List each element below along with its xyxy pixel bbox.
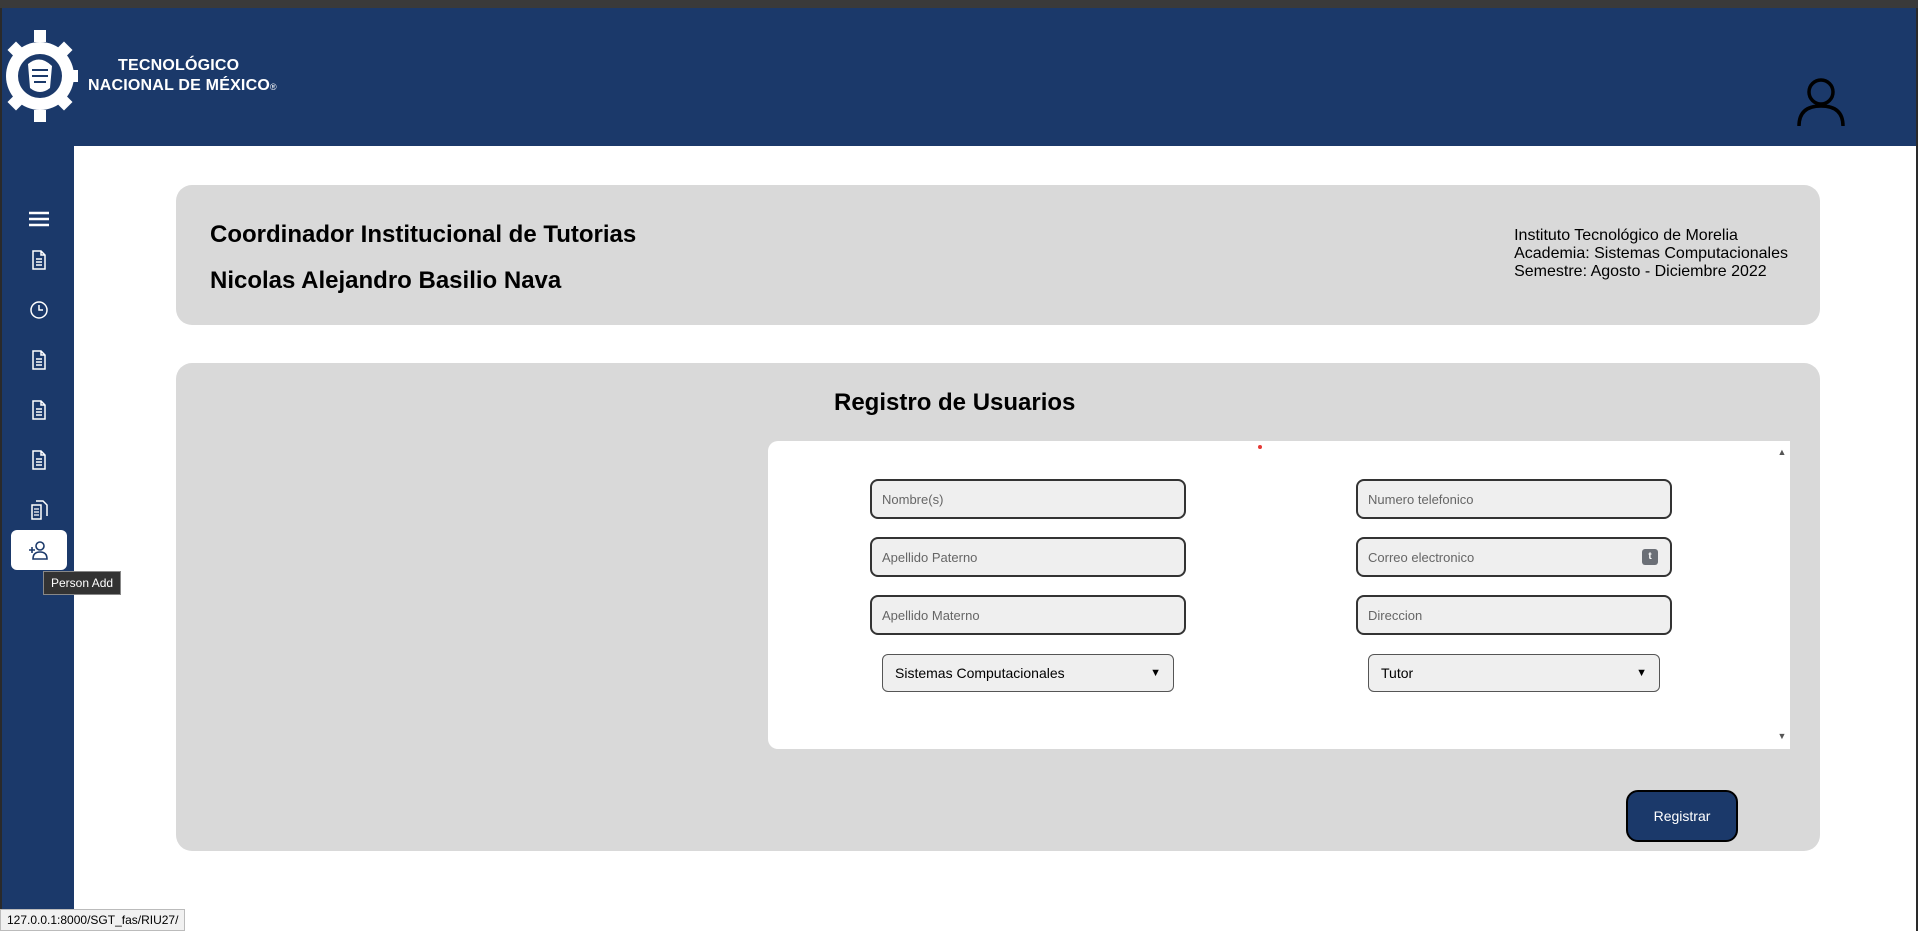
sidebar-item-document-3[interactable] bbox=[11, 390, 67, 430]
documents-copy-icon bbox=[31, 500, 48, 520]
header-card: Coordinador Institucional de Tutorias Ni… bbox=[176, 185, 1820, 325]
chevron-down-icon: ▼ bbox=[1636, 667, 1647, 679]
top-navbar: TECNOLÓGICO NACIONAL DE MÉXICO® bbox=[2, 8, 1916, 146]
brand-name: TECNOLÓGICO NACIONAL DE MÉXICO® bbox=[88, 56, 277, 97]
hamburger-menu-icon bbox=[29, 211, 49, 227]
apellido-paterno-input[interactable] bbox=[870, 537, 1186, 577]
form-title: Registro de Usuarios bbox=[834, 389, 1076, 416]
academia-select[interactable]: Sistemas Computacionales ▼ bbox=[882, 654, 1174, 692]
academia-selected-value: Sistemas Computacionales bbox=[895, 665, 1065, 681]
browser-window: TECNOLÓGICO NACIONAL DE MÉXICO® Person A… bbox=[0, 8, 1918, 931]
document-icon bbox=[32, 400, 46, 420]
correo-input[interactable] bbox=[1356, 537, 1672, 577]
clock-icon bbox=[30, 301, 48, 319]
role-title: Coordinador Institucional de Tutorias bbox=[210, 221, 637, 248]
sidebar-item-document-1[interactable] bbox=[11, 240, 67, 280]
chevron-down-icon: ▼ bbox=[1150, 667, 1161, 679]
academy-name: Academia: Sistemas Computacionales bbox=[1514, 245, 1788, 262]
person-add-icon bbox=[29, 541, 48, 560]
registered-mark: ® bbox=[269, 82, 277, 92]
sidebar-item-document-4[interactable] bbox=[11, 440, 67, 480]
person-name: Nicolas Alejandro Basilio Nava bbox=[210, 267, 562, 294]
rol-select[interactable]: Tutor ▼ bbox=[1368, 654, 1660, 692]
user-account-icon[interactable] bbox=[1794, 74, 1848, 128]
registration-card: Registro de Usuarios ▲ ▼ t Sistemas Comp… bbox=[176, 363, 1820, 851]
sidebar-menu-toggle[interactable] bbox=[11, 199, 67, 239]
indicator-dot bbox=[1258, 445, 1262, 449]
scroll-down-arrow-icon[interactable]: ▼ bbox=[1776, 731, 1788, 743]
person-add-tooltip: Person Add bbox=[43, 571, 122, 595]
sidebar-item-document-2[interactable] bbox=[11, 340, 67, 380]
telefono-input[interactable] bbox=[1356, 479, 1672, 519]
sidebar bbox=[2, 146, 74, 931]
brand-line-2: NACIONAL DE MÉXICO bbox=[88, 77, 270, 94]
document-icon bbox=[32, 350, 46, 370]
sidebar-item-documents[interactable] bbox=[11, 490, 67, 530]
status-url: 127.0.0.1:8000/SGT_fas/RIU27/ bbox=[0, 909, 186, 931]
sidebar-item-person-add[interactable] bbox=[11, 530, 67, 570]
rol-selected-value: Tutor bbox=[1381, 665, 1414, 681]
autofill-key-icon[interactable]: t bbox=[1642, 549, 1658, 565]
register-button[interactable]: Registrar bbox=[1626, 790, 1738, 842]
nombre-input[interactable] bbox=[870, 479, 1186, 519]
direccion-input[interactable] bbox=[1356, 595, 1672, 635]
brand-line-1: TECNOLÓGICO bbox=[118, 57, 240, 74]
document-icon bbox=[32, 250, 46, 270]
apellido-materno-input[interactable] bbox=[870, 595, 1186, 635]
form-panel: ▲ ▼ t Sistemas Computacionales ▼ Tutor ▼ bbox=[768, 441, 1790, 749]
sidebar-item-history[interactable] bbox=[11, 290, 67, 330]
institution-info: Instituto Tecnológico de Morelia Academi… bbox=[1514, 227, 1788, 281]
scroll-up-arrow-icon[interactable]: ▲ bbox=[1776, 447, 1788, 459]
tecnm-gear-logo bbox=[6, 30, 78, 122]
institute-name: Instituto Tecnológico de Morelia bbox=[1514, 227, 1738, 244]
semester-label: Semestre: Agosto - Diciembre 2022 bbox=[1514, 263, 1767, 280]
document-icon bbox=[32, 450, 46, 470]
